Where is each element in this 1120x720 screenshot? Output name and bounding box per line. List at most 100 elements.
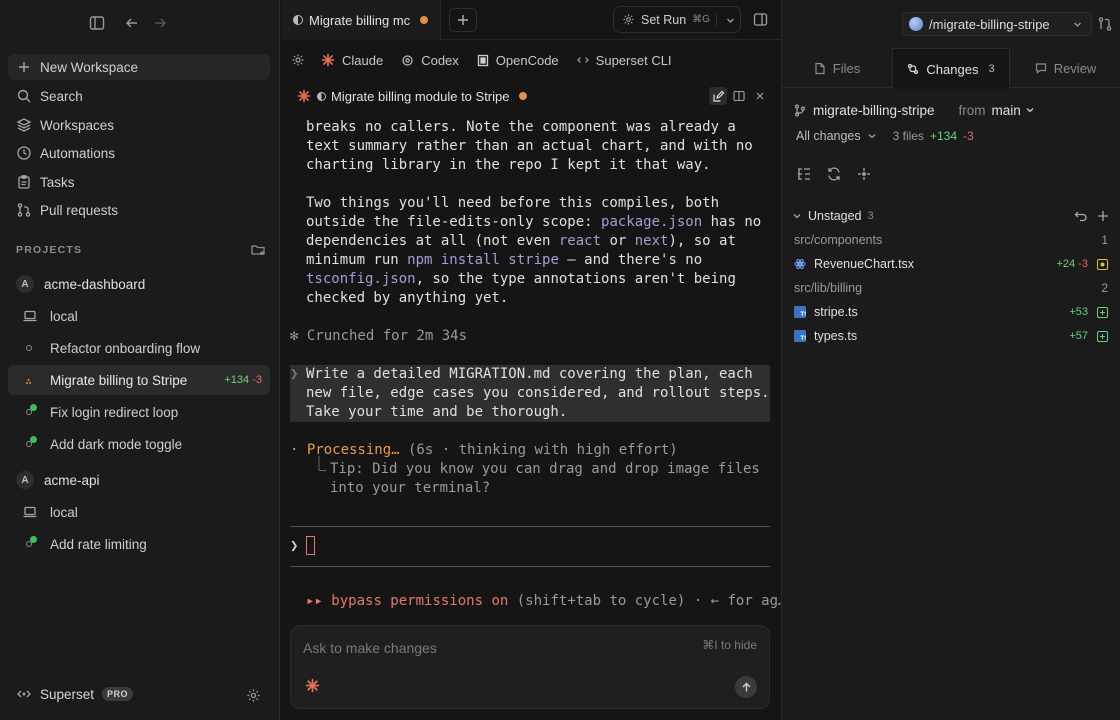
changed-file-row[interactable]: TS stripe.ts +53 — [794, 302, 1108, 322]
nav-label: Tasks — [40, 174, 75, 190]
agent-opencode[interactable]: OpenCode — [477, 53, 559, 68]
agent-label: Claude — [342, 52, 384, 68]
clock-icon — [17, 146, 31, 160]
workspace-label: Refactor onboarding flow — [50, 340, 201, 356]
tab-changes[interactable]: Changes 3 — [892, 48, 1010, 89]
settings-gear-icon[interactable] — [246, 688, 261, 703]
nav-label: New Workspace — [40, 59, 139, 75]
tab-review[interactable]: Review — [1010, 48, 1120, 88]
close-icon — [756, 92, 764, 100]
plus-icon — [19, 62, 29, 72]
base-branch-select[interactable]: main — [992, 103, 1021, 118]
edit-button[interactable] — [709, 87, 727, 105]
terminal-output[interactable]: breaks no callers. Note the component wa… — [290, 118, 770, 498]
agent-claude[interactable]: Claude — [321, 53, 383, 68]
discard-icon[interactable] — [1074, 209, 1088, 223]
gear-icon[interactable] — [291, 53, 305, 67]
svg-text:TS: TS — [801, 336, 807, 342]
from-label: from — [958, 102, 986, 118]
sparkle-icon[interactable] — [856, 166, 872, 182]
close-session-button[interactable] — [751, 87, 769, 105]
tab-label: Changes — [926, 61, 979, 77]
edit-icon — [712, 90, 724, 102]
bypass-label: bypass permissions on — [331, 593, 509, 609]
chat-input[interactable] — [303, 638, 683, 658]
claude-icon[interactable] — [305, 678, 320, 693]
prompt-divider — [290, 566, 770, 567]
workspace-dark-mode[interactable]: Add dark mode toggle — [8, 429, 270, 459]
superset-logo-icon — [17, 690, 31, 698]
changes-filter-select[interactable]: All changes — [796, 129, 861, 143]
git-compare-icon[interactable] — [1097, 16, 1113, 32]
nav-label: Workspaces — [40, 117, 115, 133]
modified-status-icon — [1097, 258, 1108, 270]
typescript-icon: TS — [794, 330, 806, 342]
opencode-icon — [477, 54, 488, 66]
unstaged-actions — [1066, 209, 1110, 223]
add-project-folder-icon[interactable] — [250, 242, 266, 258]
set-run-label: Set Run — [641, 12, 687, 27]
stage-all-icon[interactable] — [1096, 209, 1110, 223]
workspace-local[interactable]: local — [8, 497, 270, 527]
layers-icon — [16, 118, 32, 132]
tab-files[interactable]: Files — [782, 48, 892, 88]
chevron-down-icon — [1026, 108, 1034, 113]
claude-icon — [297, 89, 311, 103]
chevron-down-icon[interactable] — [716, 14, 734, 26]
half-circle-icon — [293, 15, 303, 25]
workspace-refactor-onboarding[interactable]: Refactor onboarding flow — [8, 333, 270, 363]
workspace-rate-limiting[interactable]: Add rate limiting — [8, 529, 270, 559]
globe-icon — [909, 17, 923, 31]
prompt-input-line[interactable]: ❯ — [290, 536, 316, 555]
new-workspace-button[interactable]: New Workspace — [8, 54, 270, 80]
project-acme-dashboard[interactable]: A acme-dashboard — [16, 272, 145, 296]
right-panel-toggle-icon[interactable] — [753, 12, 768, 27]
nav-search[interactable]: Search — [8, 83, 270, 109]
forward-arrow-icon[interactable] — [151, 14, 169, 32]
branch-selector[interactable]: /migrate-billing-stripe — [902, 12, 1092, 36]
deletions-count: -3 — [252, 374, 262, 386]
permission-mode-line: ▸▸ bypass permissions on (shift+tab to c… — [306, 593, 786, 609]
agent-codex[interactable]: Codex — [401, 53, 459, 68]
idle-status-icon — [22, 340, 38, 356]
changes-toolbar — [796, 166, 886, 182]
plus-icon — [458, 15, 468, 25]
nav-pull-requests[interactable]: Pull requests — [8, 197, 270, 223]
current-branch: migrate-billing-stripe — [813, 102, 935, 118]
back-arrow-icon[interactable] — [123, 14, 141, 32]
added-status-icon — [1097, 306, 1108, 318]
app-footer[interactable]: Superset PRO — [16, 686, 134, 702]
workspace-migrate-billing[interactable]: Migrate billing to Stripe +134 -3 — [8, 365, 270, 395]
changed-file-row[interactable]: TS types.ts +57 — [794, 326, 1108, 346]
code-token: tsconfig.json — [306, 271, 416, 287]
workspace-local[interactable]: local — [8, 301, 270, 331]
react-icon — [794, 258, 806, 270]
prompt-caret: ❯ — [290, 366, 299, 382]
workspace-fix-login[interactable]: Fix login redirect loop — [8, 397, 270, 427]
branch-selector-label: /migrate-billing-stripe — [929, 16, 1050, 32]
split-view-button[interactable] — [730, 87, 748, 105]
gear-icon — [623, 14, 634, 25]
nav-automations[interactable]: Automations — [8, 140, 270, 166]
user-message: ❯ Write a detailed MIGRATION.md covering … — [290, 365, 770, 422]
changed-file-row[interactable]: RevenueChart.tsx +24 -3 — [794, 254, 1108, 274]
set-run-button[interactable]: Set Run ⌘G — [613, 6, 741, 33]
agent-superset-cli[interactable]: Superset CLI — [576, 53, 672, 68]
tree-view-icon[interactable] — [796, 166, 812, 182]
unstaged-section-header[interactable]: Unstaged 3 — [792, 207, 1110, 225]
nav-workspaces[interactable]: Workspaces — [8, 112, 270, 138]
folder-count: 2 — [1101, 281, 1108, 295]
project-badge: A — [16, 275, 34, 293]
new-tab-button[interactable] — [449, 8, 477, 32]
processing-line: · Processing… (6s · thinking with high e… — [290, 442, 678, 458]
tab-migrate-billing[interactable]: Migrate billing mc — [281, 0, 441, 40]
nav-label: Automations — [40, 145, 116, 161]
added-status-icon — [1097, 330, 1108, 342]
project-acme-api[interactable]: A acme-api — [16, 468, 100, 492]
refresh-icon[interactable] — [826, 166, 842, 182]
sidebar-toggle-icon[interactable] — [88, 14, 106, 32]
send-button[interactable] — [735, 676, 757, 698]
nav-tasks[interactable]: Tasks — [8, 169, 270, 195]
search-icon — [17, 89, 31, 103]
chevron-down-icon — [793, 214, 801, 219]
